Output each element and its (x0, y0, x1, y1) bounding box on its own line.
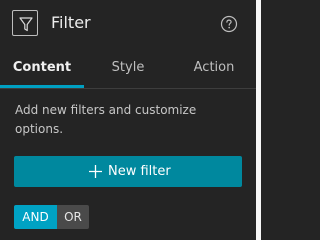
tab-content[interactable]: Content (0, 54, 84, 88)
question-circle-icon[interactable] (220, 15, 238, 33)
tab-bar: Content Style Action (0, 54, 256, 89)
tab-action[interactable]: Action (172, 54, 256, 87)
tab-action-label: Action (193, 60, 235, 75)
new-filter-label: New filter (108, 164, 171, 179)
filter-funnel-icon (12, 10, 38, 36)
filter-settings-panel: Filter Content Style Action Add new filt… (0, 0, 256, 240)
active-tab-indicator (0, 85, 84, 88)
panel-header: Filter (0, 0, 256, 48)
tab-content-label: Content (12, 60, 72, 75)
logic-operator-toggle: AND OR (14, 205, 89, 229)
content-description: Add new filters and customize options. (15, 103, 197, 136)
and-toggle-button[interactable]: AND (14, 205, 57, 229)
new-filter-button[interactable]: New filter (14, 156, 242, 187)
tab-style-label: Style (111, 60, 145, 75)
panel-title: Filter (51, 13, 91, 32)
tab-style[interactable]: Style (84, 54, 172, 87)
or-toggle-button[interactable]: OR (57, 205, 89, 229)
panel-right-edge (256, 0, 261, 240)
plus-icon (88, 164, 103, 179)
